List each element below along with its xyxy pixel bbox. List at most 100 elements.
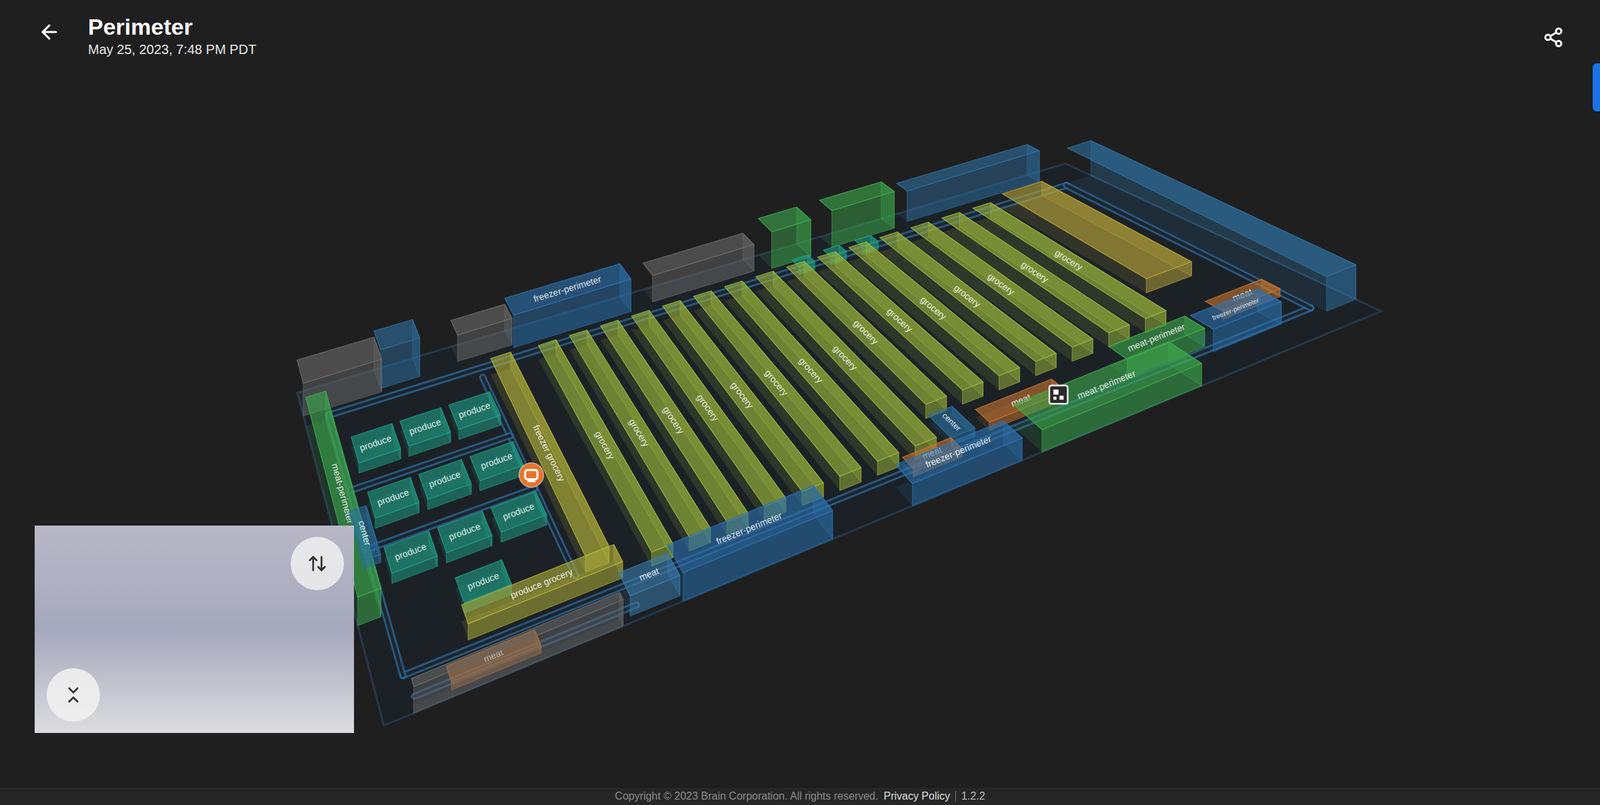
map-view: freezer-perimeter produce produce produce me… xyxy=(0,80,1600,788)
title-block: PerimeterMay 25, 2023, 7:48 PM PDT xyxy=(88,13,256,59)
zone-top xyxy=(367,477,419,518)
header: PerimeterMay 25, 2023, 7:48 PM PDT xyxy=(0,0,1600,80)
zone[interactable]: produce xyxy=(470,441,524,491)
zone[interactable]: freezer-perimeter xyxy=(1190,288,1282,352)
collapse-button[interactable] xyxy=(46,668,100,722)
dock-marker-icon[interactable] xyxy=(1049,385,1068,404)
timestamp: May 25, 2023, 7:48 PM PDT xyxy=(88,40,256,59)
footer-divider xyxy=(955,790,956,802)
swap-icon xyxy=(307,553,328,574)
zone-label: meat-perimeter xyxy=(1076,368,1138,401)
zone-top xyxy=(1013,341,1202,430)
zone-top xyxy=(643,233,754,276)
zone-base xyxy=(973,216,1166,333)
robot-marker-icon[interactable] xyxy=(519,462,544,488)
zone-label: freezer-perimeter xyxy=(714,510,784,546)
zone-top xyxy=(820,182,895,211)
zone[interactable]: produce xyxy=(437,511,492,564)
zone-top xyxy=(384,530,438,574)
zone[interactable]: meat xyxy=(618,552,680,616)
zone-label: freezer-perimeter xyxy=(1211,296,1261,322)
zone[interactable]: meat-perimeter xyxy=(1013,341,1202,452)
zone-label: grocery xyxy=(1053,247,1085,272)
zone[interactable]: grocery xyxy=(756,271,937,460)
footer: Copyright © 2023 Brain Corporation. All … xyxy=(0,787,1600,805)
zone-label: produce xyxy=(427,468,462,490)
zone-top xyxy=(448,391,500,429)
zone-top xyxy=(1067,140,1356,277)
zone[interactable]: produce xyxy=(384,530,438,584)
zone[interactable]: produce xyxy=(400,407,451,456)
zone-label: meat xyxy=(638,565,661,583)
zone-label: produce xyxy=(408,416,443,437)
zone-top xyxy=(351,423,401,463)
zone-top xyxy=(450,304,512,335)
zone-top xyxy=(491,491,547,532)
share-icon xyxy=(1542,26,1564,48)
zone-top xyxy=(667,485,833,573)
zone-top xyxy=(1190,288,1282,330)
zone-top xyxy=(437,511,492,553)
zone-top xyxy=(973,202,1166,319)
zone-top xyxy=(896,144,1040,192)
zone-top xyxy=(504,264,631,316)
zone[interactable]: grocery xyxy=(973,202,1166,333)
zone-label: grocery xyxy=(660,404,686,436)
zone-label: grocery xyxy=(796,355,825,385)
zone-label: produce xyxy=(466,570,501,592)
zone[interactable]: produce xyxy=(418,459,472,510)
zone-label: produce xyxy=(457,400,492,420)
zone[interactable]: produce xyxy=(351,423,401,473)
zone-label: grocery xyxy=(592,429,617,461)
zone-top xyxy=(470,441,524,481)
zone-top xyxy=(400,407,451,446)
zone-label: produce xyxy=(479,450,514,472)
zone-top xyxy=(297,336,382,383)
zone-top xyxy=(374,319,420,350)
share-button[interactable] xyxy=(1537,21,1570,54)
store-floor xyxy=(297,163,1382,726)
zone-top xyxy=(758,207,811,232)
zone[interactable] xyxy=(1067,140,1356,312)
zone[interactable] xyxy=(411,592,624,713)
zone-label: produce xyxy=(501,500,536,522)
zone-top xyxy=(411,592,624,686)
zone[interactable]: freezer-perimeter xyxy=(667,485,833,601)
page-title: Perimeter xyxy=(88,13,256,40)
zone-front xyxy=(413,599,623,713)
zone-top xyxy=(756,271,937,446)
zone-top xyxy=(896,420,1022,484)
zone-label: produce xyxy=(376,487,411,508)
zone[interactable]: produce xyxy=(448,391,500,439)
version: 1.2.2 xyxy=(961,788,986,804)
back-arrow-icon xyxy=(38,20,61,44)
zone[interactable] xyxy=(450,304,512,362)
zone-label: produce grocery xyxy=(509,566,575,601)
side-tab[interactable] xyxy=(1592,63,1600,112)
zone-label: produce xyxy=(358,432,394,453)
zone-label: center xyxy=(940,410,964,433)
footer-link[interactable]: Privacy Policy xyxy=(883,788,950,804)
zone-label: grocery xyxy=(830,343,860,372)
zone-base xyxy=(1067,175,1356,312)
zone-label: grocery xyxy=(728,380,756,411)
route-path xyxy=(402,308,1311,676)
zone-label: freezer-perimeter xyxy=(924,433,993,470)
camera-feed[interactable] xyxy=(34,525,354,733)
copyright: Copyright © 2023 Brain Corporation. All … xyxy=(614,788,878,804)
zone-label: produce xyxy=(447,520,482,542)
zone-label: freezer-perimeter xyxy=(532,274,602,304)
zone[interactable]: freezer-perimeter xyxy=(896,420,1022,506)
zone-top xyxy=(418,459,472,500)
zone-label: grocery xyxy=(762,368,790,398)
zone-label: produce xyxy=(393,541,428,563)
zone[interactable]: produce xyxy=(367,477,419,528)
zone-label: grocery xyxy=(626,416,652,448)
zone-top xyxy=(928,406,976,438)
zone-top xyxy=(724,281,899,462)
zone-label: center xyxy=(356,519,374,547)
swap-view-button[interactable] xyxy=(290,536,344,590)
back-button[interactable] xyxy=(34,17,64,47)
zone[interactable]: produce xyxy=(491,491,547,542)
app: PerimeterMay 25, 2023, 7:48 PM PDT freeze… xyxy=(0,0,1600,805)
